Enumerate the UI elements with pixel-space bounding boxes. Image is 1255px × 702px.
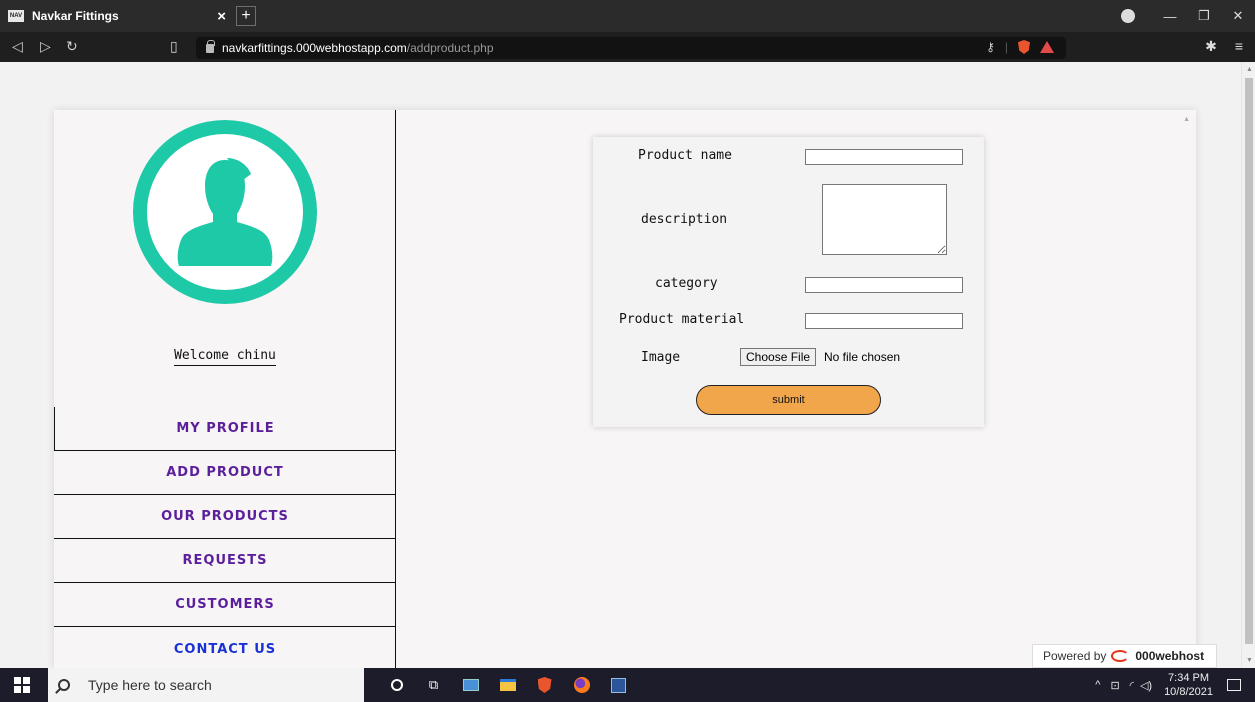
product-material-label: Product material: [619, 312, 745, 327]
welcome-prefix: Welcome: [174, 348, 237, 366]
powered-brand: 000webhost: [1135, 649, 1205, 663]
scroll-thumb[interactable]: [1245, 78, 1253, 644]
volume-icon[interactable]: ◁): [1140, 679, 1152, 692]
sidebar-item-requests[interactable]: REQUESTS: [54, 539, 396, 583]
cortana-icon[interactable]: [378, 668, 415, 702]
image-label: Image: [641, 350, 681, 365]
description-textarea[interactable]: [822, 184, 947, 255]
reload-icon[interactable]: ↻: [66, 38, 78, 55]
minimize-icon[interactable]: —: [1153, 9, 1187, 24]
webhost-logo-icon: [1111, 650, 1130, 662]
profile-icon[interactable]: [1121, 9, 1135, 23]
taskbar-clock[interactable]: 7:34 PM 10/8/2021: [1164, 671, 1213, 699]
new-tab-button[interactable]: +: [236, 6, 256, 26]
file-status-text: No file chosen: [824, 350, 901, 364]
browser-tab[interactable]: NAV Navkar Fittings ×: [8, 4, 230, 28]
add-product-form: Product name description category Produc…: [593, 137, 984, 427]
extensions-icon[interactable]: ✱: [1205, 38, 1217, 55]
category-label: category: [655, 276, 718, 291]
bookmark-icon[interactable]: ▯: [170, 38, 178, 55]
category-input[interactable]: [805, 277, 963, 293]
lock-icon: [206, 39, 215, 53]
sidebar-item-customers[interactable]: CUSTOMERS: [54, 583, 396, 627]
sidebar-menu: MY PROFILE ADD PRODUCT OUR PRODUCTS REQU…: [54, 407, 396, 671]
clock-time: 7:34 PM: [1168, 672, 1210, 684]
brave-shield-icon[interactable]: [1018, 40, 1030, 54]
url-path: /addproduct.php: [406, 41, 494, 55]
avatar: [133, 120, 317, 304]
network-icon[interactable]: ⊡: [1110, 679, 1119, 692]
submit-button[interactable]: submit: [696, 385, 881, 415]
close-window-icon[interactable]: ✕: [1221, 8, 1255, 24]
description-label: description: [641, 212, 728, 227]
powered-prefix: Powered by: [1043, 649, 1107, 663]
welcome-username: chinu: [236, 348, 276, 366]
scroll-up-icon[interactable]: ▲: [1246, 66, 1253, 73]
tab-title: Navkar Fittings: [32, 9, 119, 23]
app-icon[interactable]: [452, 668, 489, 702]
sidebar-item-contact-us[interactable]: CONTACT US: [54, 627, 396, 671]
file-explorer-icon[interactable]: [489, 668, 526, 702]
system-tray: ^ ⊡ ◜ ◁) 7:34 PM 10/8/2021: [1095, 668, 1255, 702]
taskbar-search[interactable]: Type here to search: [48, 668, 364, 702]
back-icon[interactable]: ◁: [12, 38, 23, 55]
powered-by-badge[interactable]: Powered by 000webhost: [1032, 644, 1217, 668]
close-tab-icon[interactable]: ×: [217, 8, 226, 25]
choose-file-button[interactable]: Choose File: [740, 348, 817, 366]
forward-icon[interactable]: ▷: [40, 38, 51, 55]
task-view-icon[interactable]: ⧉: [415, 668, 452, 702]
browser-toolbar: ◁ ▷ ↻ ▯ navkarfittings.000webhostapp.com…: [0, 32, 1255, 62]
product-name-input[interactable]: [805, 149, 963, 165]
windows-taskbar: Type here to search ⧉ ^ ⊡ ◜ ◁) 7:34 PM 1…: [0, 668, 1255, 702]
address-bar[interactable]: navkarfittings.000webhostapp.com /addpro…: [196, 37, 1066, 59]
key-icon[interactable]: ⚷: [986, 40, 995, 54]
brave-rewards-icon[interactable]: [1040, 41, 1054, 53]
product-name-label: Product name: [638, 148, 732, 163]
page-scrollbar[interactable]: ▲ ▼: [1241, 62, 1255, 668]
browser-tab-bar: NAV Navkar Fittings × + — ❐ ✕: [0, 0, 1255, 32]
sidebar-item-our-products[interactable]: OUR PRODUCTS: [54, 495, 396, 539]
dashboard-container: ▲ Welcome chinu MY PROFILE ADD PRODUCT O…: [54, 110, 1196, 668]
tray-chevron-icon[interactable]: ^: [1095, 679, 1100, 691]
sidebar-item-my-profile[interactable]: MY PROFILE: [54, 407, 396, 451]
windows-start-icon[interactable]: [14, 677, 30, 693]
clock-date: 10/8/2021: [1164, 686, 1213, 698]
search-placeholder: Type here to search: [88, 677, 212, 693]
search-icon: [58, 679, 70, 691]
user-silhouette-icon: [177, 158, 273, 266]
word-icon[interactable]: [600, 668, 637, 702]
sidebar: Welcome chinu MY PROFILE ADD PRODUCT OUR…: [54, 110, 396, 668]
menu-icon[interactable]: ≡: [1235, 38, 1243, 55]
window-controls: — ❐ ✕: [1121, 0, 1255, 32]
welcome-message: Welcome chinu: [54, 348, 396, 366]
scroll-down-icon[interactable]: ▼: [1246, 657, 1253, 664]
inner-scroll-up-icon[interactable]: ▲: [1183, 116, 1190, 123]
sidebar-item-add-product[interactable]: ADD PRODUCT: [54, 451, 396, 495]
brave-browser-icon[interactable]: [526, 668, 563, 702]
firefox-icon[interactable]: [563, 668, 600, 702]
notification-icon[interactable]: [1227, 679, 1241, 691]
url-host: navkarfittings.000webhostapp.com: [222, 41, 407, 55]
site-favicon-icon: NAV: [8, 10, 24, 22]
restore-icon[interactable]: ❐: [1187, 8, 1221, 24]
product-material-input[interactable]: [805, 313, 963, 329]
wifi-icon[interactable]: ◜: [1130, 679, 1134, 692]
